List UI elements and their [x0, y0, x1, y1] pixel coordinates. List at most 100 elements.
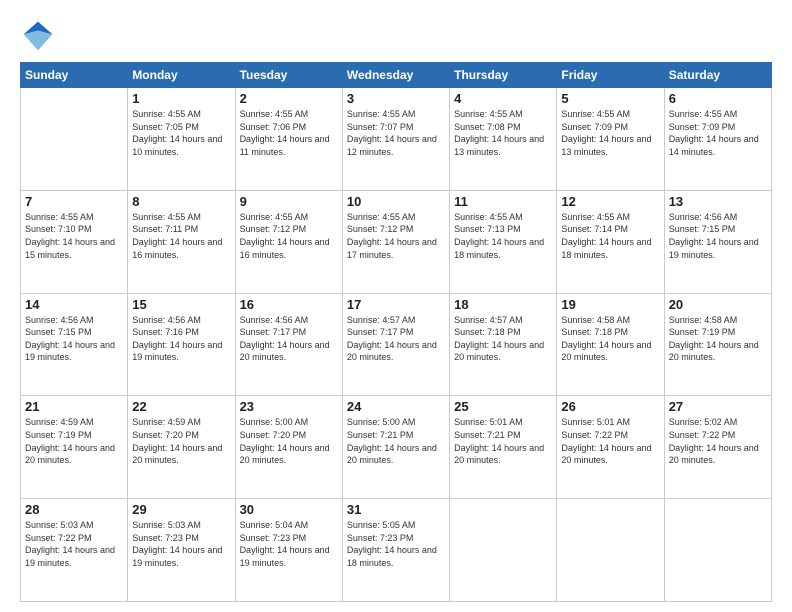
day-number: 6	[669, 91, 767, 106]
calendar-cell: 9 Sunrise: 4:55 AMSunset: 7:12 PMDaylight…	[235, 190, 342, 293]
logo-icon	[20, 18, 56, 54]
calendar-cell: 28 Sunrise: 5:03 AMSunset: 7:22 PMDayligh…	[21, 499, 128, 602]
day-number: 31	[347, 502, 445, 517]
day-number: 1	[132, 91, 230, 106]
calendar-cell: 2 Sunrise: 4:55 AMSunset: 7:06 PMDaylight…	[235, 88, 342, 191]
day-number: 28	[25, 502, 123, 517]
week-row-5: 28 Sunrise: 5:03 AMSunset: 7:22 PMDayligh…	[21, 499, 772, 602]
day-info: Sunrise: 4:55 AMSunset: 7:08 PMDaylight:…	[454, 108, 552, 158]
calendar-cell: 5Sunrise: 4:55 AMSunset: 7:09 PMDaylight…	[557, 88, 664, 191]
calendar-header-row: SundayMondayTuesdayWednesdayThursdayFrid…	[21, 63, 772, 88]
day-number: 7	[25, 194, 123, 209]
day-info: Sunrise: 4:55 AMSunset: 7:11 PMDaylight:…	[132, 211, 230, 261]
day-info: Sunrise: 4:59 AMSunset: 7:20 PMDaylight:…	[132, 416, 230, 466]
day-info: Sunrise: 4:57 AMSunset: 7:17 PMDaylight:…	[347, 314, 445, 364]
day-info: Sunrise: 5:05 AMSunset: 7:23 PMDaylight:…	[347, 519, 445, 569]
day-number: 21	[25, 399, 123, 414]
calendar-cell: 1 Sunrise: 4:55 AMSunset: 7:05 PMDaylight…	[128, 88, 235, 191]
day-number: 22	[132, 399, 230, 414]
weekday-header-sunday: Sunday	[21, 63, 128, 88]
day-info: Sunrise: 5:00 AMSunset: 7:21 PMDaylight:…	[347, 416, 445, 466]
day-info: Sunrise: 4:55 AMSunset: 7:10 PMDaylight:…	[25, 211, 123, 261]
day-info: Sunrise: 4:56 AMSunset: 7:17 PMDaylight:…	[240, 314, 338, 364]
calendar-cell: 7 Sunrise: 4:55 AMSunset: 7:10 PMDaylight…	[21, 190, 128, 293]
calendar-cell: 19 Sunrise: 4:58 AMSunset: 7:18 PMDayligh…	[557, 293, 664, 396]
calendar-cell: 29Sunrise: 5:03 AMSunset: 7:23 PMDayligh…	[128, 499, 235, 602]
weekday-header-tuesday: Tuesday	[235, 63, 342, 88]
day-number: 17	[347, 297, 445, 312]
day-info: Sunrise: 4:55 AMSunset: 7:14 PMDaylight:…	[561, 211, 659, 261]
calendar-table: SundayMondayTuesdayWednesdayThursdayFrid…	[20, 62, 772, 602]
day-info: Sunrise: 4:57 AMSunset: 7:18 PMDaylight:…	[454, 314, 552, 364]
page: SundayMondayTuesdayWednesdayThursdayFrid…	[0, 0, 792, 612]
calendar-cell: 30 Sunrise: 5:04 AMSunset: 7:23 PMDayligh…	[235, 499, 342, 602]
day-info: Sunrise: 4:58 AMSunset: 7:18 PMDaylight:…	[561, 314, 659, 364]
weekday-header-wednesday: Wednesday	[342, 63, 449, 88]
calendar-cell: 12 Sunrise: 4:55 AMSunset: 7:14 PMDayligh…	[557, 190, 664, 293]
day-info: Sunrise: 4:58 AMSunset: 7:19 PMDaylight:…	[669, 314, 767, 364]
day-number: 25	[454, 399, 552, 414]
calendar-cell: 27Sunrise: 5:02 AMSunset: 7:22 PMDayligh…	[664, 396, 771, 499]
day-number: 14	[25, 297, 123, 312]
day-number: 3	[347, 91, 445, 106]
day-info: Sunrise: 4:59 AMSunset: 7:19 PMDaylight:…	[25, 416, 123, 466]
day-info: Sunrise: 4:55 AMSunset: 7:09 PMDaylight:…	[669, 108, 767, 158]
day-info: Sunrise: 4:55 AMSunset: 7:07 PMDaylight:…	[347, 108, 445, 158]
calendar-cell	[450, 499, 557, 602]
day-info: Sunrise: 4:56 AMSunset: 7:15 PMDaylight:…	[669, 211, 767, 261]
calendar-cell: 16 Sunrise: 4:56 AMSunset: 7:17 PMDayligh…	[235, 293, 342, 396]
day-info: Sunrise: 5:03 AMSunset: 7:22 PMDaylight:…	[25, 519, 123, 569]
week-row-2: 7 Sunrise: 4:55 AMSunset: 7:10 PMDaylight…	[21, 190, 772, 293]
calendar-cell: 24Sunrise: 5:00 AMSunset: 7:21 PMDayligh…	[342, 396, 449, 499]
calendar-cell: 14 Sunrise: 4:56 AMSunset: 7:15 PMDayligh…	[21, 293, 128, 396]
day-number: 23	[240, 399, 338, 414]
day-info: Sunrise: 4:55 AMSunset: 7:13 PMDaylight:…	[454, 211, 552, 261]
calendar-cell: 31 Sunrise: 5:05 AMSunset: 7:23 PMDayligh…	[342, 499, 449, 602]
day-info: Sunrise: 5:00 AMSunset: 7:20 PMDaylight:…	[240, 416, 338, 466]
header	[20, 18, 772, 54]
day-info: Sunrise: 4:55 AMSunset: 7:05 PMDaylight:…	[132, 108, 230, 158]
day-info: Sunrise: 5:02 AMSunset: 7:22 PMDaylight:…	[669, 416, 767, 466]
calendar-cell	[664, 499, 771, 602]
day-info: Sunrise: 4:55 AMSunset: 7:12 PMDaylight:…	[240, 211, 338, 261]
day-info: Sunrise: 4:55 AMSunset: 7:06 PMDaylight:…	[240, 108, 338, 158]
day-number: 5	[561, 91, 659, 106]
day-number: 9	[240, 194, 338, 209]
day-number: 2	[240, 91, 338, 106]
calendar-cell: 23 Sunrise: 5:00 AMSunset: 7:20 PMDayligh…	[235, 396, 342, 499]
calendar-cell: 25 Sunrise: 5:01 AMSunset: 7:21 PMDayligh…	[450, 396, 557, 499]
calendar-cell: 26Sunrise: 5:01 AMSunset: 7:22 PMDayligh…	[557, 396, 664, 499]
day-number: 26	[561, 399, 659, 414]
logo	[20, 18, 60, 54]
day-number: 12	[561, 194, 659, 209]
calendar-cell: 13 Sunrise: 4:56 AMSunset: 7:15 PMDayligh…	[664, 190, 771, 293]
calendar-cell: 10 Sunrise: 4:55 AMSunset: 7:12 PMDayligh…	[342, 190, 449, 293]
day-number: 10	[347, 194, 445, 209]
day-info: Sunrise: 5:04 AMSunset: 7:23 PMDaylight:…	[240, 519, 338, 569]
calendar-cell: 3 Sunrise: 4:55 AMSunset: 7:07 PMDaylight…	[342, 88, 449, 191]
calendar-cell: 4Sunrise: 4:55 AMSunset: 7:08 PMDaylight…	[450, 88, 557, 191]
day-number: 30	[240, 502, 338, 517]
weekday-header-monday: Monday	[128, 63, 235, 88]
calendar-cell: 6 Sunrise: 4:55 AMSunset: 7:09 PMDaylight…	[664, 88, 771, 191]
day-number: 16	[240, 297, 338, 312]
calendar-cell: 20 Sunrise: 4:58 AMSunset: 7:19 PMDayligh…	[664, 293, 771, 396]
calendar-cell: 18 Sunrise: 4:57 AMSunset: 7:18 PMDayligh…	[450, 293, 557, 396]
day-number: 11	[454, 194, 552, 209]
day-number: 20	[669, 297, 767, 312]
calendar-cell	[557, 499, 664, 602]
weekday-header-friday: Friday	[557, 63, 664, 88]
day-info: Sunrise: 5:01 AMSunset: 7:21 PMDaylight:…	[454, 416, 552, 466]
day-info: Sunrise: 5:03 AMSunset: 7:23 PMDaylight:…	[132, 519, 230, 569]
day-number: 19	[561, 297, 659, 312]
calendar-cell: 21 Sunrise: 4:59 AMSunset: 7:19 PMDayligh…	[21, 396, 128, 499]
day-info: Sunrise: 4:56 AMSunset: 7:16 PMDaylight:…	[132, 314, 230, 364]
calendar-cell: 22 Sunrise: 4:59 AMSunset: 7:20 PMDayligh…	[128, 396, 235, 499]
day-info: Sunrise: 4:56 AMSunset: 7:15 PMDaylight:…	[25, 314, 123, 364]
calendar-cell	[21, 88, 128, 191]
day-number: 13	[669, 194, 767, 209]
day-info: Sunrise: 4:55 AMSunset: 7:12 PMDaylight:…	[347, 211, 445, 261]
day-number: 8	[132, 194, 230, 209]
week-row-4: 21 Sunrise: 4:59 AMSunset: 7:19 PMDayligh…	[21, 396, 772, 499]
day-number: 18	[454, 297, 552, 312]
